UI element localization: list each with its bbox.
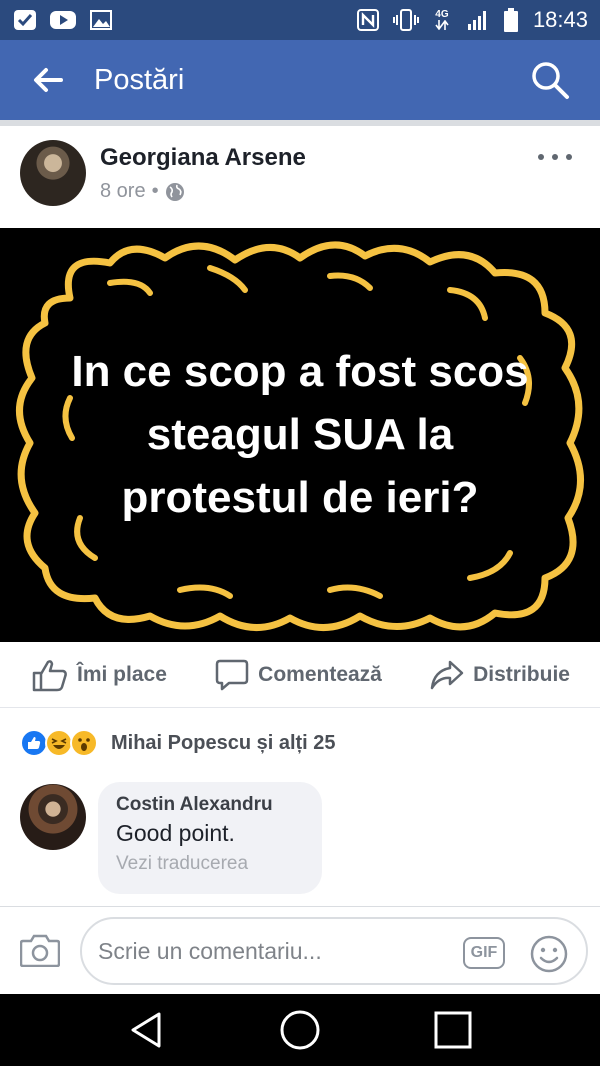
emoji-button[interactable]	[530, 935, 568, 973]
dot-icon	[552, 154, 558, 160]
like-icon	[20, 729, 48, 757]
vibrate-icon	[392, 9, 419, 31]
translate-link[interactable]: Vezi traducerea	[116, 853, 304, 875]
haha-icon	[45, 729, 73, 757]
share-label: Distribuie	[473, 662, 570, 686]
commenter-avatar[interactable]	[20, 784, 86, 850]
comment-bubble[interactable]: Costin Alexandru Good point. Vezi traduc…	[98, 782, 322, 894]
back-triangle-icon	[131, 1012, 161, 1048]
image-text-line: In ce scop a fost scos	[71, 347, 529, 396]
nav-home-button[interactable]	[270, 1000, 330, 1060]
author-avatar[interactable]	[20, 140, 86, 206]
wow-icon	[70, 729, 98, 757]
recents-square-icon	[434, 1011, 472, 1049]
nav-back-button[interactable]	[117, 1000, 177, 1060]
search-icon	[532, 62, 569, 99]
arrow-left-icon	[34, 68, 63, 92]
reaction-summary-text: Mihai Popescu și alți 25	[111, 731, 336, 754]
post-meta: 8 ore •	[100, 180, 185, 203]
camera-button[interactable]	[19, 933, 61, 969]
network-label: 4G	[435, 9, 449, 20]
home-circle-icon	[280, 1010, 320, 1050]
battery-icon	[503, 8, 519, 32]
camera-icon	[19, 934, 61, 968]
navigation-bar	[0, 994, 600, 1066]
dot-icon	[538, 154, 544, 160]
author-name[interactable]: Georgiana Arsene	[100, 144, 306, 172]
gif-button[interactable]: GIF	[463, 937, 505, 969]
comment-bubble-icon	[215, 659, 249, 690]
youtube-icon	[50, 9, 76, 31]
nfc-icon	[355, 9, 381, 31]
search-button[interactable]	[528, 58, 572, 102]
checkbox-icon	[12, 9, 38, 31]
status-right: 4G 18:43	[355, 7, 588, 33]
commenter-name[interactable]: Costin Alexandru	[116, 794, 304, 816]
comment-button[interactable]: Comentează	[215, 659, 382, 691]
status-time: 18:43	[532, 7, 588, 32]
image-text: In ce scop a fost scos steagul SUA la pr…	[40, 340, 560, 529]
comment-text: Good point.	[116, 820, 235, 846]
like-label: Îmi place	[77, 662, 167, 686]
share-button[interactable]: Distribuie	[430, 659, 570, 691]
meta-separator: •	[151, 180, 159, 202]
status-left	[12, 9, 114, 31]
like-button[interactable]: Îmi place	[32, 658, 167, 692]
comment-item: Costin Alexandru Good point. Vezi traduc…	[0, 782, 600, 906]
back-button[interactable]	[28, 60, 68, 100]
globe-icon	[165, 182, 184, 201]
app-bar: Postări	[0, 40, 600, 120]
more-options-button[interactable]	[538, 146, 572, 168]
page-title: Postări	[94, 63, 185, 96]
4g-icon: 4G	[431, 9, 453, 31]
comment-composer: GIF	[0, 906, 600, 994]
status-bar: 4G 18:43	[0, 0, 600, 40]
share-arrow-icon	[430, 660, 464, 689]
thumbs-up-icon	[32, 659, 67, 691]
post-image[interactable]: In ce scop a fost scos steagul SUA la pr…	[0, 228, 600, 642]
dot-icon	[566, 154, 572, 160]
gallery-icon	[88, 9, 114, 31]
smiley-icon	[530, 935, 568, 973]
image-text-line: steagul SUA la	[146, 410, 454, 459]
post-actions: Îmi place Comentează Distribuie	[0, 642, 600, 708]
comment-label: Comentează	[258, 662, 382, 686]
nav-recents-button[interactable]	[423, 1000, 483, 1060]
reactions-summary[interactable]: Mihai Popescu și alți 25	[20, 726, 336, 760]
image-text-line: protestul de ieri?	[121, 473, 479, 522]
post-header: Georgiana Arsene 8 ore •	[0, 126, 600, 228]
comment-input[interactable]	[80, 917, 588, 985]
reaction-icons	[20, 729, 98, 757]
post-time[interactable]: 8 ore	[100, 180, 146, 203]
signal-icon	[465, 9, 491, 31]
